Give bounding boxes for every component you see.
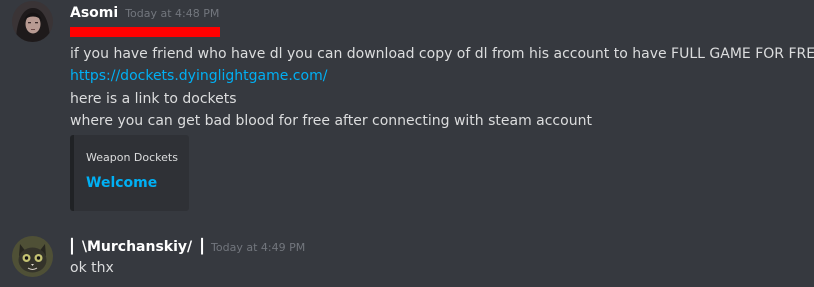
avatar[interactable]: [12, 1, 53, 42]
embed-provider: Weapon Dockets: [86, 151, 178, 164]
timestamp[interactable]: Today at 4:48 PM: [125, 7, 219, 20]
username[interactable]: Asomi: [70, 5, 118, 21]
username[interactable]: ⎢ \Murchanskiy/ ⎥: [70, 239, 204, 255]
message-murchanskiy: ⎢ \Murchanskiy/ ⎥ Today at 4:49 PM ok thx: [0, 222, 814, 287]
message-text: where you can get bad blood for free aft…: [70, 113, 592, 129]
link-embed: Weapon Dockets Welcome: [70, 135, 189, 211]
embed-title-link[interactable]: Welcome: [86, 175, 157, 191]
message-asomi: Asomi Today at 4:48 PM if you have friend…: [0, 0, 814, 220]
message-text: here is a link to dockets: [70, 91, 237, 107]
avatar-cat-icon: [12, 236, 53, 277]
message-text: if you have friend who have dl you can d…: [70, 46, 814, 62]
avatar-asomi-icon: [12, 1, 53, 42]
avatar[interactable]: [12, 236, 53, 277]
message-header: ⎢ \Murchanskiy/ ⎥ Today at 4:49 PM: [70, 236, 305, 255]
redaction-bar: [70, 27, 220, 37]
dockets-link[interactable]: https://dockets.dyinglightgame.com/: [70, 68, 327, 84]
message-header: Asomi Today at 4:48 PM: [70, 2, 219, 21]
timestamp[interactable]: Today at 4:49 PM: [211, 241, 305, 254]
message-text: ok thx: [70, 260, 114, 276]
message-link-line: https://dockets.dyinglightgame.com/: [70, 66, 327, 86]
